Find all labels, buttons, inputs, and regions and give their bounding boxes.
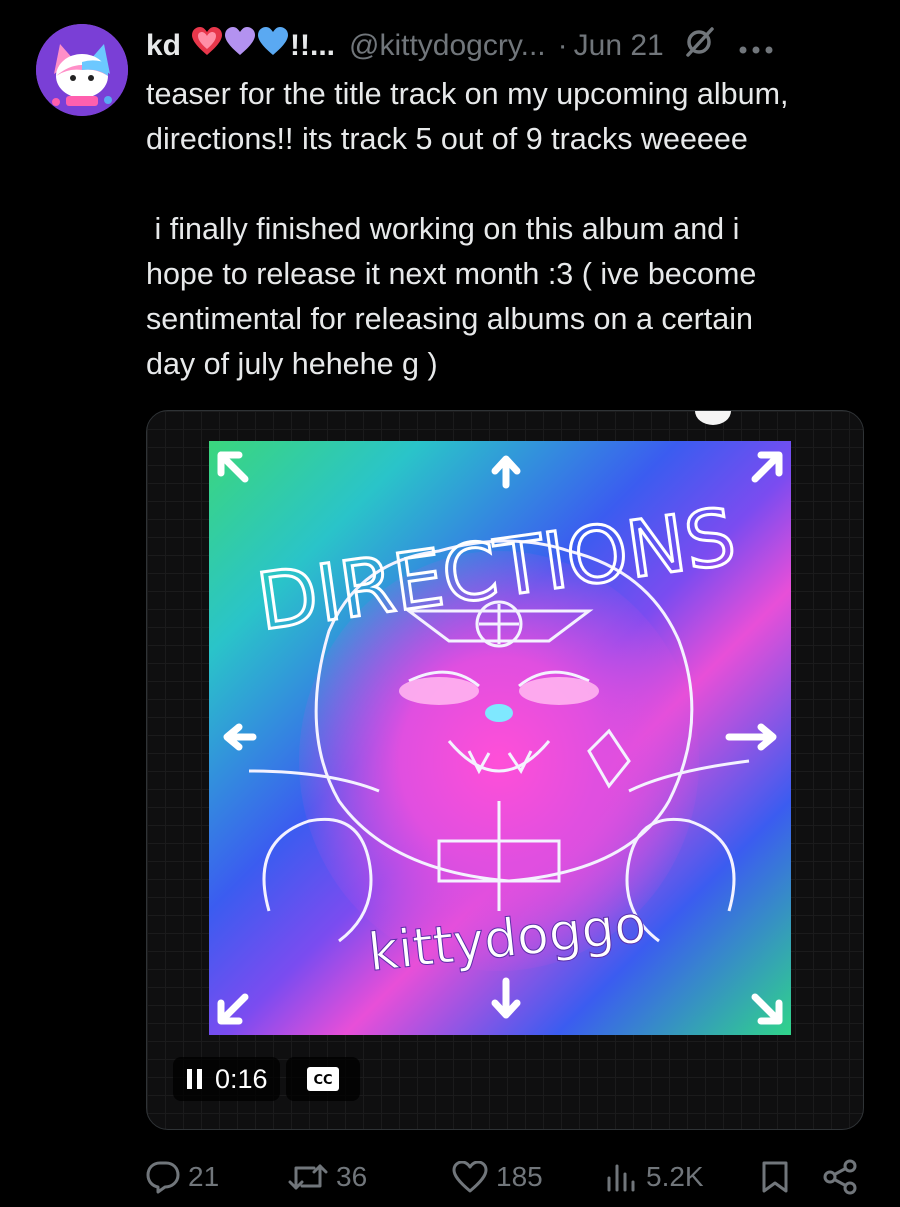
views-button[interactable]: 5.2K [604, 1154, 704, 1200]
post-text-line: day of july hehehe g ) [146, 347, 438, 381]
cover-artist: kittydoggo [365, 895, 649, 984]
post-text-line: directions!! its track 5 out of 9 tracks… [146, 122, 748, 156]
cc-icon: CC [306, 1067, 339, 1091]
view-count: 5.2K [646, 1161, 704, 1192]
video-time: 0:16 [215, 1063, 268, 1094]
more-icon[interactable] [738, 29, 774, 63]
heart-red-icon [191, 27, 223, 65]
post-text-line: hope to release it next month :3 ( ive b… [146, 257, 757, 291]
tweet[interactable]: kd !!... @kittydogcry... · Jun 21 teaser… [0, 0, 900, 1207]
user-handle[interactable]: @kittydogcry... [349, 29, 546, 63]
post-text-line: teaser for the title track on my upcomin… [146, 77, 789, 111]
video-scrubber[interactable] [695, 411, 731, 425]
cover-artwork: DIRECTIONS W kittydoggo [217, 451, 783, 1025]
reply-count: 21 [188, 1161, 220, 1192]
post-text-blank [146, 162, 866, 207]
like-button[interactable]: 185 [452, 1154, 543, 1200]
separator: · [557, 29, 568, 62]
like-icon [452, 1161, 488, 1193]
post-text-line: i finally finished working on this album… [146, 212, 740, 246]
grok-icon[interactable] [682, 25, 716, 67]
reply-icon [146, 1161, 180, 1194]
bookmark-icon [762, 1161, 788, 1193]
pause-button[interactable]: 0:16 [173, 1057, 280, 1101]
display-name-suffix: !!... [290, 29, 336, 62]
heart-purple-icon [224, 27, 256, 65]
post-header: kd !!... @kittydogcry... · Jun 21 [146, 22, 886, 70]
repost-icon [288, 1164, 328, 1190]
post-text-line: sentimental for releasing albums on a ce… [146, 302, 753, 336]
album-cover: DIRECTIONS W kittydoggo [209, 441, 791, 1035]
video-controls: 0:16 CC [173, 1057, 373, 1101]
action-bar: 21 36 185 5.2K [146, 1154, 866, 1200]
share-icon [823, 1159, 857, 1195]
display-name[interactable]: kd [146, 29, 181, 63]
post-date[interactable]: Jun 21 [574, 29, 664, 63]
reply-button[interactable]: 21 [146, 1154, 219, 1200]
repost-count: 36 [336, 1161, 368, 1192]
captions-button[interactable]: CC [285, 1057, 360, 1101]
cc-label: CC [313, 1073, 332, 1088]
bookmark-button[interactable] [760, 1154, 798, 1200]
video-player[interactable]: DIRECTIONS W kittydoggo 0:16 CC [146, 410, 864, 1130]
repost-button[interactable]: 36 [288, 1154, 367, 1200]
like-count: 185 [496, 1161, 543, 1192]
pause-icon [187, 1069, 202, 1089]
post-text: teaser for the title track on my upcomin… [146, 72, 866, 387]
share-button[interactable] [822, 1154, 866, 1200]
avatar[interactable] [36, 24, 128, 116]
heart-blue-icon [257, 27, 289, 65]
views-icon [607, 1164, 635, 1192]
